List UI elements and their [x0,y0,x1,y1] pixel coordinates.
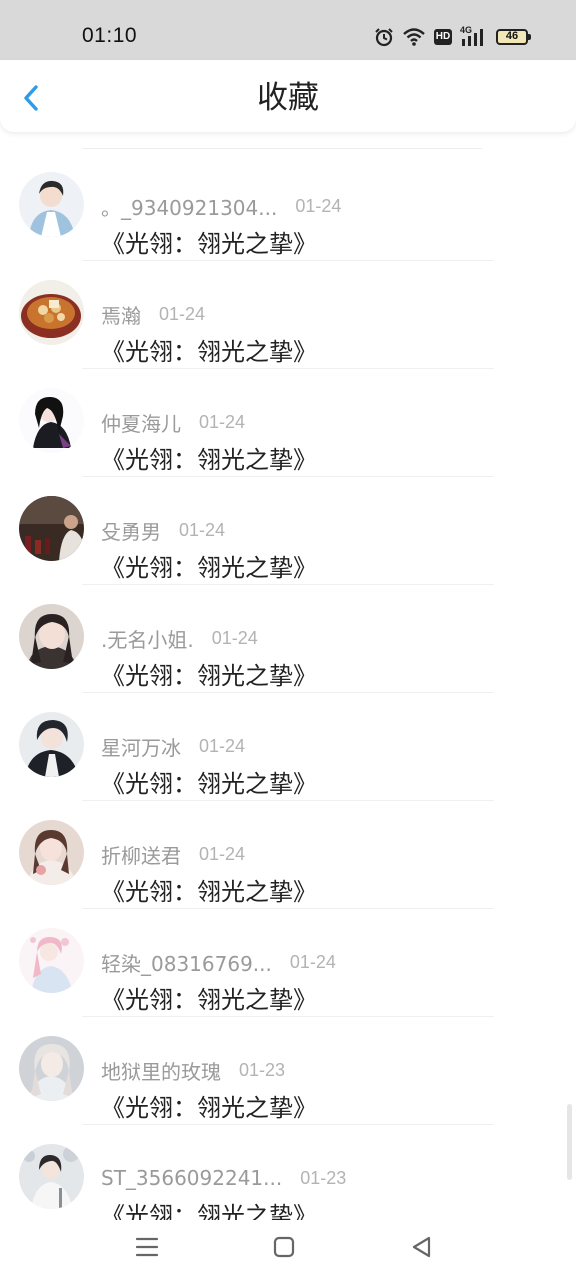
list-item[interactable]: 殳勇男 01-24 《光翎：翎光之挚》 [0,476,576,585]
item-meta: 。_9340921304... 01-24 [101,193,342,220]
avatar[interactable] [19,604,84,669]
back-nav-button[interactable] [407,1232,437,1262]
item-meta: .无名小姐. 01-24 [101,625,258,652]
item-date: 01-24 [159,303,206,324]
status-icons: HD 4G 46 [374,25,531,49]
item-meta: 地狱里的玫瑰 01-23 [101,1057,286,1084]
menu-icon [135,1237,159,1257]
avatar[interactable] [19,820,84,885]
battery-icon: 46 [496,29,531,45]
item-date: 01-23 [300,1167,347,1188]
battery-level: 46 [505,30,519,42]
item-meta: ST_3566092241... 01-23 [101,1165,346,1191]
user-name: 轻染_08316769... [101,951,272,976]
item-date: 01-24 [199,735,246,756]
user-name: 仲夏海儿 [101,411,181,436]
avatar[interactable] [19,1144,84,1209]
list-item[interactable]: 星河万冰 01-24 《光翎：翎光之挚》 [0,692,576,801]
item-title: 《光翎：翎光之挚》 [101,554,317,582]
item-title: 《光翎：翎光之挚》 [101,770,317,798]
item-date: 01-24 [199,411,246,432]
hd-icon: HD [434,29,452,45]
list-item[interactable]: 轻染_08316769... 01-24 《光翎：翎光之挚》 [0,908,576,1017]
user-name: 地狱里的玫瑰 [101,1059,221,1084]
list-item[interactable]: 地狱里的玫瑰 01-23 《光翎：翎光之挚》 [0,1016,576,1125]
item-title: 《光翎：翎光之挚》 [101,338,317,366]
user-name: 殳勇男 [101,519,161,544]
list-item[interactable]: 折柳送君 01-24 《光翎：翎光之挚》 [0,800,576,909]
wifi-icon [402,27,426,47]
scrollbar[interactable] [567,1104,572,1180]
avatar[interactable] [19,496,84,561]
item-date: 01-24 [211,627,258,648]
header: 收藏 [0,60,576,132]
item-meta: 焉瀚 01-24 [101,301,206,328]
item-title: 《光翎：翎光之挚》 [101,662,317,690]
avatar[interactable] [19,928,84,993]
item-date: 01-24 [179,519,226,540]
back-triangle-icon [412,1236,431,1258]
item-date: 01-23 [239,1059,286,1080]
item-meta: 折柳送君 01-24 [101,841,246,868]
item-date: 01-24 [295,195,342,216]
user-name: 。_9340921304... [101,195,278,220]
list-item[interactable]: 。_9340921304... 01-24 《光翎：翎光之挚》 [0,152,576,261]
list-item[interactable]: ST_3566092241... 01-23 《光翎：翎光之挚》 [0,1124,576,1232]
user-name: 折柳送君 [101,843,181,868]
screen: 01:10 HD 4G 46 收藏 。_9340921304... 01-24 … [0,0,576,1280]
avatar[interactable] [19,280,84,345]
avatar[interactable] [19,712,84,777]
status-time: 01:10 [82,24,138,47]
home-button[interactable] [269,1232,299,1262]
item-meta: 轻染_08316769... 01-24 [101,949,336,976]
status-bar: 01:10 HD 4G 46 [0,0,576,60]
item-date: 01-24 [199,843,246,864]
item-meta: 殳勇男 01-24 [101,517,226,544]
user-name: 星河万冰 [101,735,181,760]
menu-button[interactable] [132,1232,162,1262]
item-meta: 仲夏海儿 01-24 [101,409,246,436]
user-name: ST_3566092241... [101,1166,283,1190]
list-item[interactable]: 仲夏海儿 01-24 《光翎：翎光之挚》 [0,368,576,477]
alarm-icon [374,27,394,47]
item-title: 《光翎：翎光之挚》 [101,1094,317,1122]
signal-4g-icon: 4G [460,25,488,47]
item-meta: 星河万冰 01-24 [101,733,246,760]
list-item[interactable]: .无名小姐. 01-24 《光翎：翎光之挚》 [0,584,576,693]
item-title: 《光翎：翎光之挚》 [101,878,317,906]
list-item[interactable]: 焉瀚 01-24 《光翎：翎光之挚》 [0,260,576,369]
item-title: 《光翎：翎光之挚》 [101,986,317,1014]
user-name: .无名小姐. [101,627,194,652]
avatar[interactable] [19,388,84,453]
divider [82,148,482,149]
page-title: 收藏 [257,80,319,116]
user-name: 焉瀚 [101,303,141,328]
item-title: 《光翎：翎光之挚》 [101,446,317,474]
item-title: 《光翎：翎光之挚》 [101,230,317,258]
home-square-icon [273,1236,295,1258]
item-date: 01-24 [289,951,336,972]
avatar[interactable] [19,172,84,237]
avatar[interactable] [19,1036,84,1101]
navigation-bar [0,1220,576,1280]
